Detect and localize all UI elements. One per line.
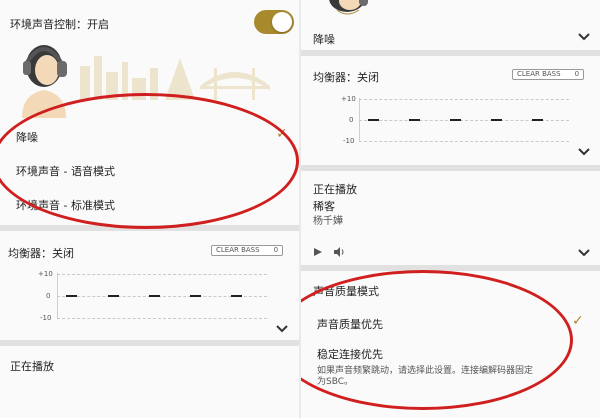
mode-summary: 降噪 bbox=[313, 33, 335, 46]
track-artist: 杨千嬅 bbox=[313, 216, 343, 227]
eq-tick-minus10: -10 bbox=[343, 137, 355, 145]
eq-tick-plus10: +10 bbox=[38, 270, 53, 278]
eq-band-slider[interactable] bbox=[368, 119, 379, 121]
eq-band-slider[interactable] bbox=[231, 295, 242, 297]
volume-icon[interactable] bbox=[333, 246, 345, 258]
equalizer-label: 均衡器：关闭 bbox=[8, 247, 74, 260]
eq-tick-zero: 0 bbox=[349, 116, 354, 124]
clear-bass-value: 0 bbox=[273, 246, 279, 254]
sound-quality-label: 声音质量模式 bbox=[313, 285, 379, 298]
quality-option-desc: 为SBC。 bbox=[317, 377, 354, 387]
headphones-illustration bbox=[22, 45, 270, 118]
clear-bass-button[interactable]: CLEAR BASS 0 bbox=[211, 245, 284, 256]
now-playing-card: 正在播放 稀客 杨千嬅 bbox=[301, 171, 600, 265]
clear-bass-label: CLEAR BASS bbox=[517, 70, 561, 78]
eq-gridline bbox=[57, 318, 267, 319]
eq-tick-plus10: +10 bbox=[341, 95, 356, 103]
eq-band-slider[interactable] bbox=[66, 295, 77, 297]
eq-band-slider[interactable] bbox=[532, 119, 543, 121]
right-screenshot: 降噪 均衡器：关闭 CLEAR BASS 0 +10 0 -10 正在播放 稀客 … bbox=[301, 0, 600, 418]
quality-option-priority[interactable]: 声音质量优先 bbox=[317, 316, 383, 332]
clear-bass-value: 0 bbox=[574, 70, 580, 78]
checkmark-icon: ✓ bbox=[276, 126, 288, 142]
eq-tick-zero: 0 bbox=[46, 292, 51, 300]
eq-band-slider[interactable] bbox=[491, 119, 502, 121]
chevron-down-icon[interactable] bbox=[577, 32, 591, 42]
chevron-down-icon[interactable] bbox=[577, 248, 591, 258]
equalizer-card: 均衡器：关闭 CLEAR BASS 0 +10 0 -10 bbox=[301, 56, 600, 165]
eq-tick-minus10: -10 bbox=[40, 314, 52, 322]
sound-quality-card: 声音质量模式 声音质量优先 ✓ 稳定连接优先 如果声音频繁跳动，请选择此设置。连… bbox=[301, 271, 600, 418]
checkmark-icon: ✓ bbox=[572, 313, 584, 329]
equalizer-card: 均衡器：关闭 CLEAR BASS 0 +10 0 -10 bbox=[0, 231, 299, 340]
eq-gridline bbox=[57, 274, 267, 275]
mode-option-voice[interactable]: 环境声音 - 语音模式 bbox=[16, 163, 115, 179]
play-icon[interactable] bbox=[313, 247, 323, 257]
eq-band-slider[interactable] bbox=[450, 119, 461, 121]
ambient-sound-card: 环境声音控制：开启 降噪 ✓ 环境声音 - 语音模式 环境声音 - 标准模式 bbox=[0, 0, 299, 225]
chevron-down-icon[interactable] bbox=[577, 147, 591, 157]
eq-band-slider[interactable] bbox=[108, 295, 119, 297]
clear-bass-button[interactable]: CLEAR BASS 0 bbox=[512, 69, 585, 80]
clear-bass-label: CLEAR BASS bbox=[216, 246, 260, 254]
eq-gridline bbox=[359, 99, 569, 100]
headphones-illustration bbox=[329, 0, 368, 15]
mode-option-noise-cancel[interactable]: 降噪 bbox=[16, 129, 38, 145]
eq-band-slider[interactable] bbox=[190, 295, 201, 297]
ambient-sound-card: 降噪 bbox=[301, 0, 600, 50]
now-playing-label: 正在播放 bbox=[10, 360, 54, 373]
eq-band-slider[interactable] bbox=[149, 295, 160, 297]
eq-gridline bbox=[359, 141, 569, 142]
mode-option-standard[interactable]: 环境声音 - 标准模式 bbox=[16, 197, 115, 213]
left-screenshot: 环境声音控制：开启 降噪 ✓ 环境声音 - 语音模式 环境声音 - 标准模式 均… bbox=[0, 0, 299, 418]
quality-option-stable[interactable]: 稳定连接优先 bbox=[317, 346, 383, 362]
chevron-down-icon[interactable] bbox=[275, 324, 289, 334]
eq-band-slider[interactable] bbox=[409, 119, 420, 121]
equalizer-label: 均衡器：关闭 bbox=[313, 71, 379, 84]
now-playing-label: 正在播放 bbox=[313, 183, 357, 196]
shoulders-shape bbox=[22, 90, 66, 118]
now-playing-card: 正在播放 bbox=[0, 346, 299, 418]
